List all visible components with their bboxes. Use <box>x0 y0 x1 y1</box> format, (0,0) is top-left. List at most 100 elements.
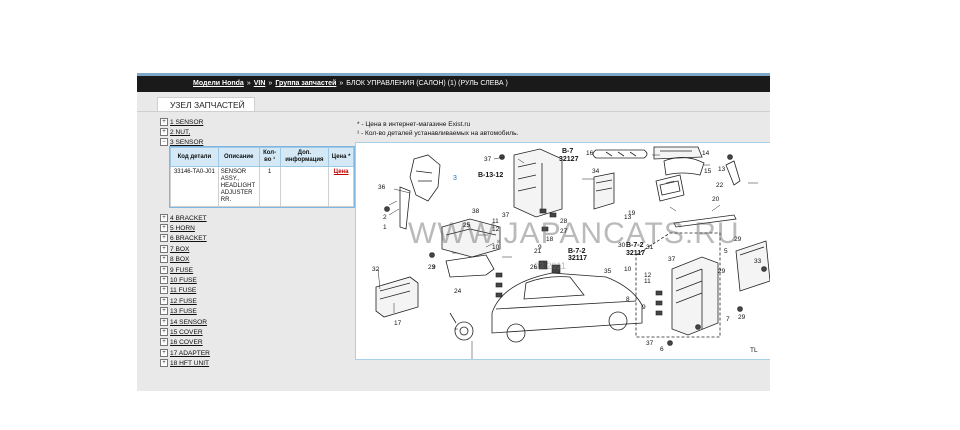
part-number-callout[interactable]: 29 <box>738 314 746 321</box>
tree-item[interactable]: +1 SENSOR <box>160 118 203 128</box>
part-number-callout[interactable]: 11 <box>644 278 651 285</box>
part-number-callout[interactable]: 36 <box>378 184 386 191</box>
price-link[interactable]: Цена <box>334 169 349 175</box>
ref-label[interactable]: B-7-2 <box>568 248 586 255</box>
tree-item-label[interactable]: 9 FUSE <box>170 267 193 274</box>
part-number-callout[interactable]: 9 <box>432 264 436 271</box>
collapse-icon[interactable]: − <box>160 138 168 146</box>
tree-item[interactable]: +6 BRACKET <box>160 234 207 244</box>
part-number-callout[interactable]: 10 <box>492 244 500 251</box>
part-number-callout[interactable]: 13 <box>718 166 726 173</box>
tree-item-label[interactable]: 17 ADAPTER <box>170 350 210 357</box>
part-number-callout[interactable]: 19 <box>628 210 636 217</box>
tree-item-label[interactable]: 12 FUSE <box>170 298 197 305</box>
part-number-callout[interactable]: 9 <box>538 244 542 251</box>
tree-item[interactable]: +4 BRACKET <box>160 214 207 224</box>
tree-item[interactable]: +10 FUSE <box>160 276 197 286</box>
expand-icon[interactable]: + <box>160 234 168 242</box>
part-number-callout[interactable]: 8 <box>626 296 630 303</box>
expand-icon[interactable]: + <box>160 349 168 357</box>
part-number-callout[interactable]: 32 <box>372 266 380 273</box>
part-number-callout[interactable]: 31 <box>646 244 654 251</box>
tree-item[interactable]: +7 BOX <box>160 245 189 255</box>
tree-item[interactable]: +14 SENSOR <box>160 318 207 328</box>
breadcrumb-link-vin[interactable]: VIN <box>254 80 266 87</box>
part-number-callout[interactable]: 27 <box>560 228 568 235</box>
tree-item[interactable]: +12 FUSE <box>160 297 197 307</box>
part-number-callout[interactable]: 24 <box>454 288 462 295</box>
part-number-callout[interactable]: 14 <box>702 150 710 157</box>
part-number-callout[interactable]: 37 <box>484 156 492 163</box>
part-number-callout[interactable]: 28 <box>560 218 568 225</box>
tree-item-label[interactable]: 10 FUSE <box>170 277 197 284</box>
part-number-callout[interactable]: 16 <box>586 150 594 157</box>
part-number-callout[interactable]: 18 <box>546 236 554 243</box>
ref-label[interactable]: B-13-12 <box>478 172 503 179</box>
expand-icon[interactable]: + <box>160 297 168 305</box>
expand-icon[interactable]: + <box>160 318 168 326</box>
tree-item-label[interactable]: 13 FUSE <box>170 308 197 315</box>
expand-icon[interactable]: + <box>160 245 168 253</box>
tree-item[interactable]: +15 COVER <box>160 328 203 338</box>
expand-icon[interactable]: + <box>160 276 168 284</box>
part-number-callout[interactable]: 1 <box>383 224 387 231</box>
highlight-marker[interactable]: 3 <box>453 175 457 182</box>
part-number-callout[interactable]: 35 <box>604 268 612 275</box>
expand-icon[interactable]: + <box>160 307 168 315</box>
expand-icon[interactable]: + <box>160 224 168 232</box>
tree-item[interactable]: +8 BOX <box>160 255 189 265</box>
ref-label[interactable]: 32117 <box>568 255 587 262</box>
tree-item-label[interactable]: 15 COVER <box>170 329 203 336</box>
part-number-callout[interactable]: 26 <box>530 264 538 271</box>
expand-icon[interactable]: + <box>160 118 168 126</box>
part-number-callout[interactable]: 15 <box>704 168 712 175</box>
part-number-callout[interactable]: 29 <box>718 268 726 275</box>
expand-icon[interactable]: + <box>160 359 168 367</box>
part-number-callout[interactable]: 5 <box>724 248 728 255</box>
tree-item-label[interactable]: 11 FUSE <box>170 287 196 294</box>
tree-item-label[interactable]: 1 SENSOR <box>170 119 203 126</box>
part-number-callout[interactable]: 9 <box>642 304 646 311</box>
expand-icon[interactable]: + <box>160 286 168 294</box>
tree-item-label[interactable]: 8 BOX <box>170 256 189 263</box>
part-number-callout[interactable]: 37 <box>502 212 510 219</box>
part-number-callout[interactable]: 37 <box>668 256 676 263</box>
part-number-callout[interactable]: 12 <box>492 226 500 233</box>
ref-label[interactable]: 32117 <box>626 250 645 257</box>
part-number-callout[interactable]: 11 <box>492 218 499 225</box>
expand-icon[interactable]: + <box>160 338 168 346</box>
expand-icon[interactable]: + <box>160 255 168 263</box>
part-number-callout[interactable]: 37 <box>646 340 654 347</box>
tree-item[interactable]: +16 COVER <box>160 338 203 348</box>
part-number-callout[interactable]: 6 <box>660 346 664 353</box>
tree-item-label[interactable]: 14 SENSOR <box>170 319 207 326</box>
expand-icon[interactable]: + <box>160 214 168 222</box>
part-number-callout[interactable]: 7 <box>726 316 730 323</box>
tree-item-label[interactable]: 6 BRACKET <box>170 235 207 242</box>
tree-item[interactable]: +11 FUSE <box>160 286 196 296</box>
tree-item[interactable]: +9 FUSE <box>160 266 193 276</box>
tree-item[interactable]: +18 HFT UNIT <box>160 359 209 369</box>
part-number-callout[interactable]: 38 <box>472 208 480 215</box>
tree-item-label[interactable]: 4 BRACKET <box>170 215 207 222</box>
part-number-callout[interactable]: 2 <box>383 214 387 221</box>
ref-label[interactable]: B-7-2 <box>626 242 644 249</box>
parts-diagram[interactable]: WWW.JAPANCATS.RU 03.2011 3 TL B-7 32127 B-… <box>355 142 770 360</box>
part-number-callout[interactable]: 17 <box>394 320 402 327</box>
part-number-callout[interactable]: 10 <box>624 266 632 273</box>
part-number-callout[interactable]: 25 <box>463 222 471 229</box>
part-number-callout[interactable]: 34 <box>592 168 600 175</box>
tree-item-label[interactable]: 16 COVER <box>170 339 203 346</box>
part-number-callout[interactable]: 30 <box>618 242 626 249</box>
part-number-callout[interactable]: 20 <box>712 196 720 203</box>
ref-label[interactable]: B-7 <box>562 148 573 155</box>
tree-item[interactable]: +5 HORN <box>160 224 195 234</box>
expand-icon[interactable]: + <box>160 128 168 136</box>
part-number-callout[interactable]: 22 <box>716 182 724 189</box>
tree-item-label[interactable]: 5 HORN <box>170 225 195 232</box>
tree-item-label[interactable]: 7 BOX <box>170 246 189 253</box>
tree-item[interactable]: +13 FUSE <box>160 307 197 317</box>
tree-item-label[interactable]: 2 NUT, <box>170 129 190 136</box>
part-number-callout[interactable]: 29 <box>734 236 742 243</box>
tree-item[interactable]: +17 ADAPTER <box>160 349 210 359</box>
